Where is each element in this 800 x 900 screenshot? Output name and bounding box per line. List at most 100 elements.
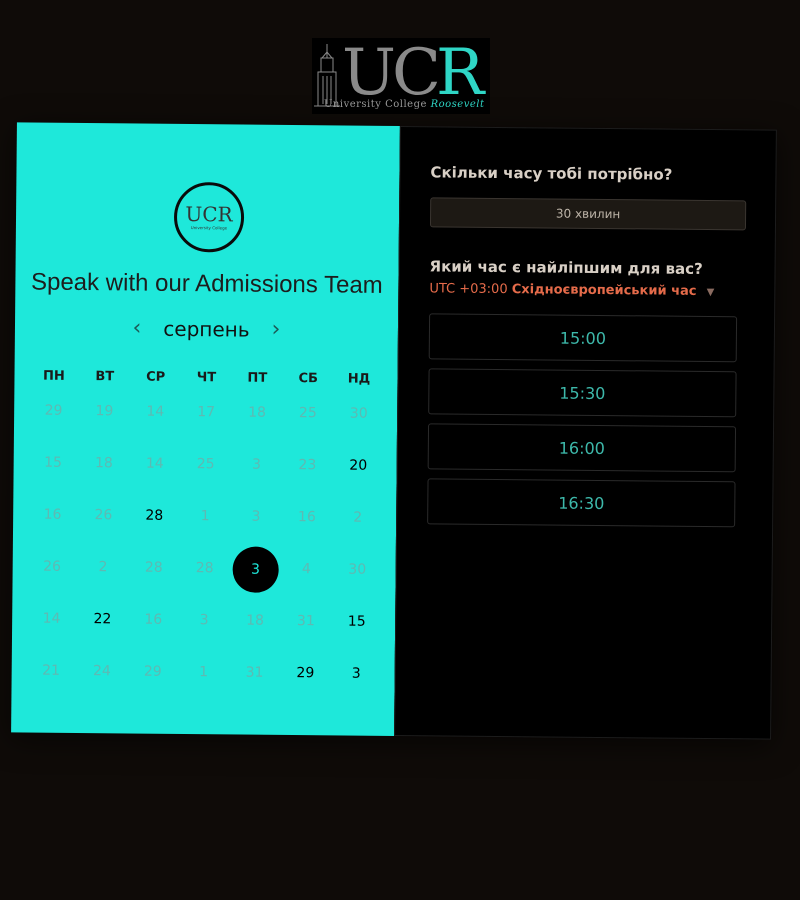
calendar-day[interactable]: 25: [282, 405, 333, 457]
calendar-day[interactable]: 16: [27, 506, 78, 558]
time-slot-button[interactable]: 15:00: [428, 313, 738, 363]
calendar-day[interactable]: 29: [280, 665, 331, 717]
weekday-label: ПТ: [247, 370, 268, 386]
calendar-day[interactable]: 29: [127, 663, 178, 715]
weekday-label: ПН: [42, 368, 65, 384]
calendar-day[interactable]: 24: [76, 663, 127, 715]
calendar-day-number: 3: [351, 665, 361, 682]
calendar-day-number: 16: [43, 506, 62, 523]
month-label: серпень: [163, 316, 250, 342]
calendar-day[interactable]: 15: [331, 613, 382, 665]
calendar-day[interactable]: 1: [179, 508, 230, 560]
calendar-day-number: 30: [348, 561, 367, 578]
calendar-day[interactable]: 30: [333, 405, 384, 457]
logo-subtitle-prefix: University College: [324, 99, 427, 110]
calendar-day-selected[interactable]: 3: [230, 546, 281, 612]
calendar-day-number: 18: [246, 612, 265, 629]
calendar-day-number: 16: [297, 509, 316, 526]
calendar-day[interactable]: 25: [180, 456, 231, 508]
calendar-day[interactable]: 30: [331, 561, 382, 613]
booking-card: UCR University College Speak with our Ad…: [11, 122, 777, 740]
calendar-day-number: 29: [296, 665, 315, 682]
badge-text: UCR: [185, 201, 233, 227]
duration-select[interactable]: 30 хвилин: [429, 197, 747, 231]
time-slots: 15:00 15:30 16:00 16:30: [427, 313, 738, 536]
calendar-day[interactable]: 20: [332, 457, 383, 509]
calendar-day-number: 4: [301, 561, 311, 578]
calendar-day[interactable]: 3: [178, 612, 229, 664]
calendar-day[interactable]: 28: [128, 559, 179, 611]
calendar-day-number: 3: [199, 612, 209, 629]
calendar-day[interactable]: 26: [78, 507, 129, 559]
ucr-logo: UC R University College Roosevelt: [312, 38, 490, 114]
calendar-day[interactable]: 26: [26, 558, 77, 610]
chevron-left-icon[interactable]: ‹: [132, 315, 141, 340]
calendar-day[interactable]: 3: [330, 665, 381, 717]
calendar-day[interactable]: 17: [180, 404, 231, 456]
time-slot-button[interactable]: 16:00: [427, 423, 737, 473]
calendar-day-number: 1: [199, 664, 209, 681]
calendar-panel: UCR University College Speak with our Ad…: [11, 122, 400, 737]
calendar-day[interactable]: 21: [25, 662, 76, 714]
calendar-day-number: 25: [196, 456, 215, 473]
calendar-day[interactable]: 19: [79, 403, 130, 455]
calendar-day-number: 31: [245, 664, 264, 681]
calendar-day[interactable]: 16: [127, 611, 178, 663]
calendar-day[interactable]: 15: [27, 454, 78, 506]
calendar-day[interactable]: 18: [231, 404, 282, 456]
weekday-label: НД: [347, 371, 371, 387]
calendar-day-number: 17: [197, 404, 216, 421]
calendar-day-number: 18: [94, 455, 113, 472]
calendar-day-number: 18: [248, 404, 267, 421]
calendar-day-number: 28: [145, 507, 164, 524]
calendar-day-number: 30: [349, 405, 368, 422]
calendar-day[interactable]: 28: [128, 507, 179, 559]
calendar-day[interactable]: 29: [28, 402, 79, 454]
calendar-day-number: 21: [42, 662, 61, 679]
calendar-day-number: 28: [144, 559, 163, 576]
time-slot-button[interactable]: 16:30: [427, 478, 736, 528]
calendar-day[interactable]: 18: [229, 612, 280, 664]
calendar-day-number: 14: [146, 403, 165, 420]
calendar-day-number: 14: [145, 455, 164, 472]
timezone-selector[interactable]: UTC +03:00 Східноєвропейський час ▼: [429, 281, 714, 299]
chevron-right-icon[interactable]: ›: [271, 317, 280, 342]
calendar-day-number: 3: [232, 546, 279, 593]
calendar-day-number: 19: [95, 403, 114, 420]
calendar-day-number: 14: [42, 610, 61, 627]
calendar-day-number: 26: [94, 507, 113, 524]
duration-question: Скільки часу тобі потрібно?: [430, 163, 673, 184]
calendar-day-number: 26: [43, 558, 62, 575]
calendar-day[interactable]: 18: [78, 455, 129, 507]
calendar-day[interactable]: 1: [178, 664, 229, 716]
weekday-label: СР: [146, 369, 166, 385]
calendar-day[interactable]: 31: [229, 664, 280, 716]
calendar-day[interactable]: 16: [281, 509, 332, 561]
page-title: Speak with our Admissions Team: [30, 268, 383, 299]
badge-logo: UCR University College: [173, 181, 245, 253]
calendar-day-number: 24: [92, 663, 111, 680]
calendar-day[interactable]: 14: [26, 610, 77, 662]
calendar-day[interactable]: 23: [282, 457, 333, 509]
logo-subtitle: University College Roosevelt: [324, 99, 485, 110]
calendar-day[interactable]: 14: [129, 403, 180, 455]
calendar-day-number: 1: [200, 508, 210, 525]
calendar-day[interactable]: 31: [280, 613, 331, 665]
booking-panel: Скільки часу тобі потрібно? 30 хвилин Як…: [394, 126, 777, 740]
timezone-offset: UTC +03:00: [429, 281, 508, 298]
calendar-day-number: 29: [44, 402, 63, 419]
calendar-day[interactable]: 4: [281, 561, 332, 613]
calendar-day[interactable]: 28: [179, 560, 230, 612]
calendar-day[interactable]: 22: [77, 611, 128, 663]
calendar-day-number: 15: [347, 613, 366, 630]
calendar-day[interactable]: 2: [332, 509, 383, 561]
calendar-day-number: 25: [298, 405, 317, 422]
time-question: Який час є найліпшим для вас?: [429, 257, 703, 278]
time-slot-button[interactable]: 15:30: [428, 368, 737, 418]
calendar-day[interactable]: 3: [231, 456, 282, 508]
weekday-label: СБ: [298, 371, 319, 387]
calendar-day-number: 22: [93, 611, 112, 628]
calendar-day-number: 23: [298, 457, 317, 474]
calendar-day[interactable]: 14: [129, 455, 180, 507]
calendar-day[interactable]: 2: [77, 559, 128, 611]
